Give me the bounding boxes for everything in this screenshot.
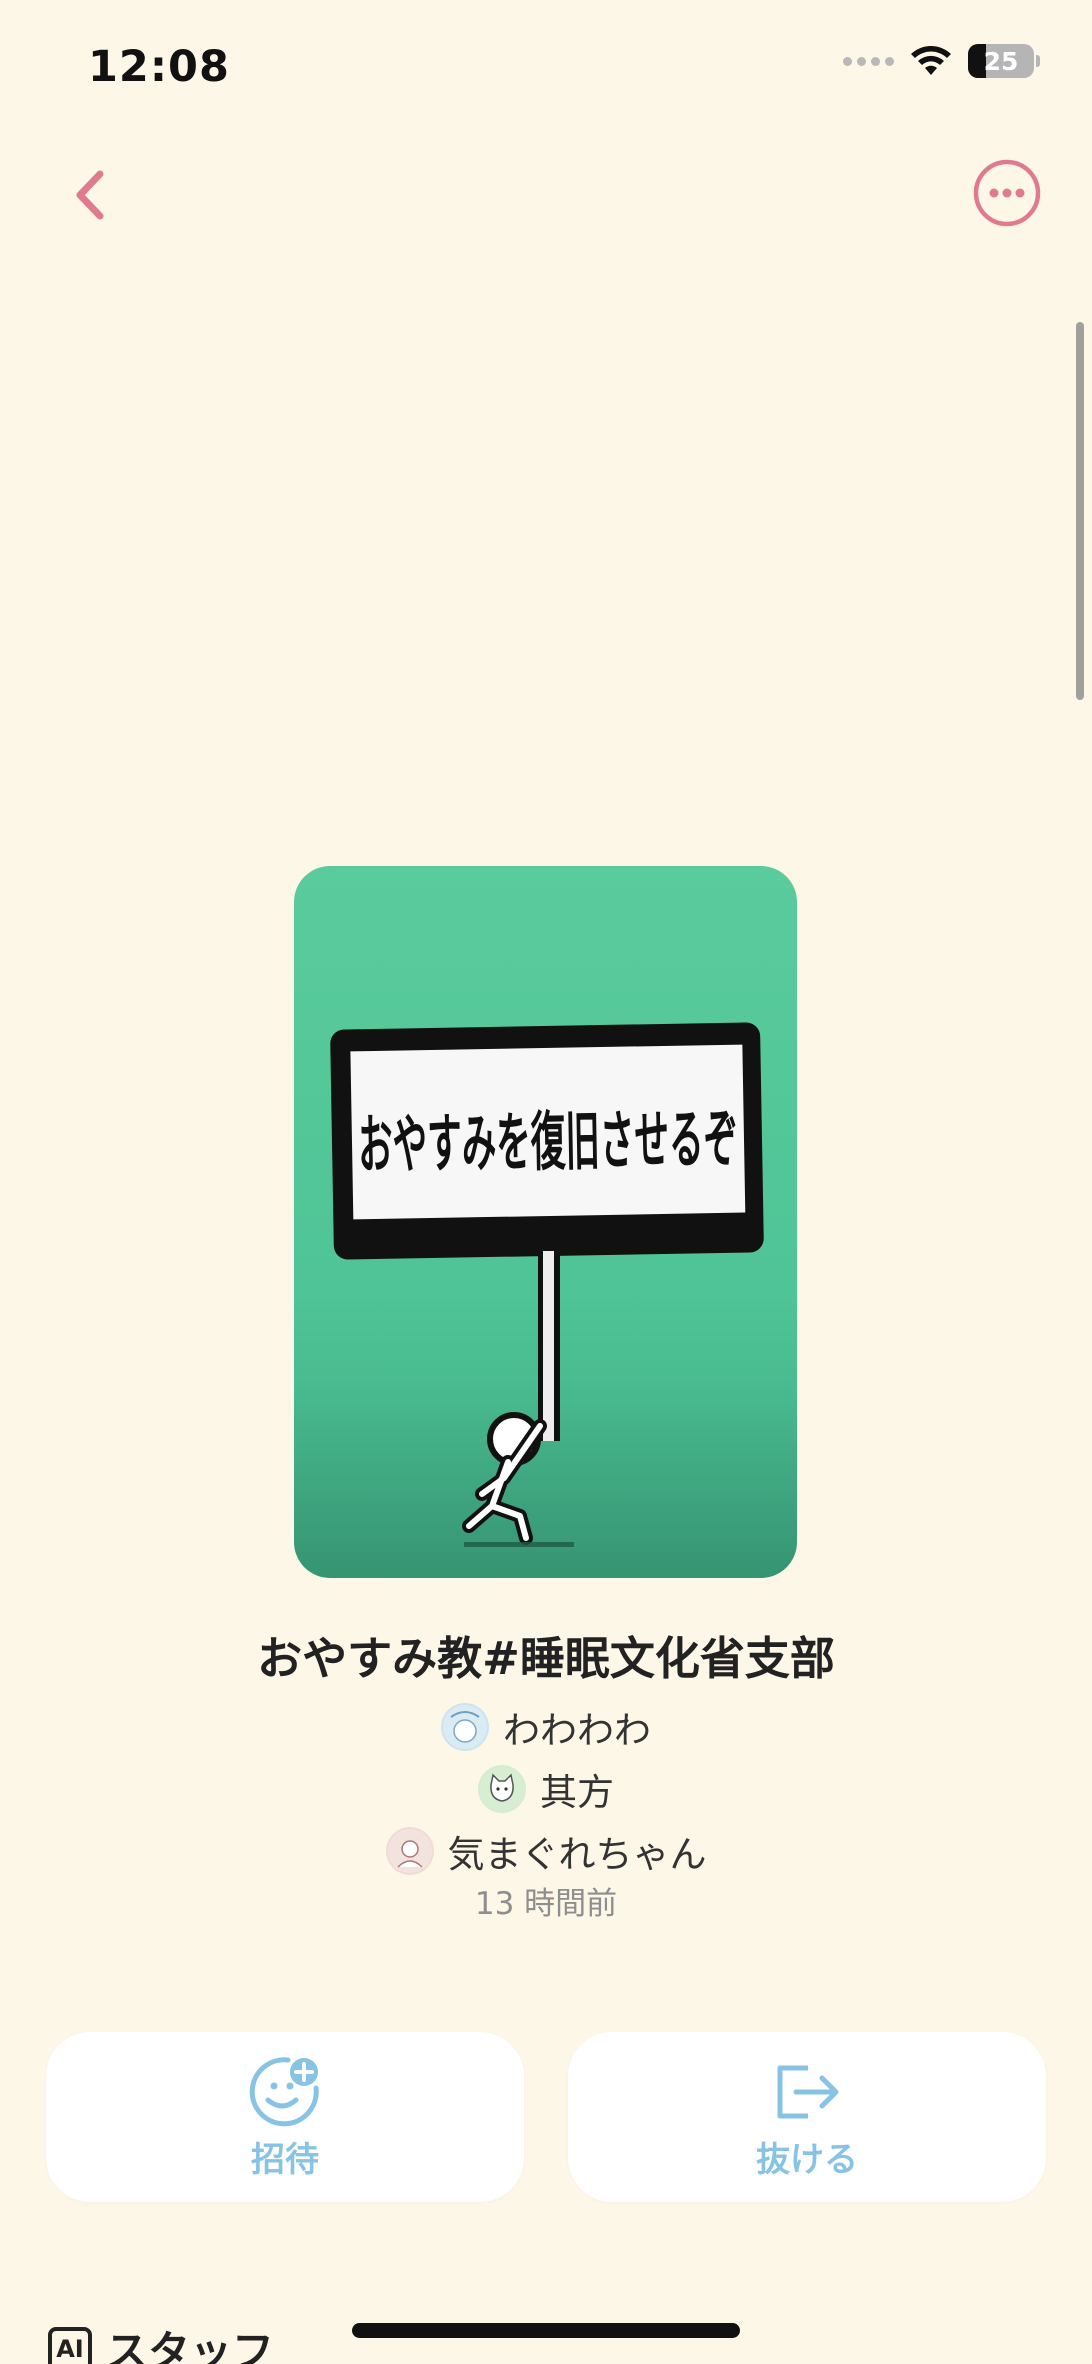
cellular-signal-icon (843, 56, 894, 66)
home-indicator[interactable] (352, 2323, 740, 2338)
avatar (385, 1827, 434, 1875)
leave-label: 抜ける (756, 2139, 858, 2180)
invite-button[interactable]: 招待 (46, 2032, 524, 2202)
leave-button[interactable]: 抜ける (568, 2032, 1046, 2202)
member-item[interactable]: わわわわ (0, 1696, 1092, 1758)
member-list: わわわわ 其方 気まぐれちゃん (0, 1696, 1092, 1882)
chevron-left-icon (76, 170, 104, 220)
avatar (478, 1765, 526, 1813)
member-item[interactable]: 気まぐれちゃん (0, 1820, 1092, 1882)
staff-title: スタッフ (106, 2327, 275, 2364)
member-name: 其方 (540, 1771, 614, 1814)
cover-sign-text: おやすみを復旧させるぞ (357, 1102, 738, 1184)
staff-section-header: AI スタッフ (48, 2318, 274, 2364)
invite-label: 招待 (251, 2139, 319, 2180)
add-person-smile-icon (249, 2056, 319, 2126)
ellipsis-circle-icon (973, 159, 1041, 227)
scroll-indicator[interactable] (1076, 322, 1084, 700)
battery-icon: 25 (968, 44, 1034, 78)
ai-badge: AI (48, 2326, 92, 2364)
battery-tip (1036, 55, 1040, 67)
member-avatar-icon (480, 1767, 524, 1811)
member-item[interactable]: 其方 (0, 1758, 1092, 1820)
last-activity-time: 13 時間前 (474, 1886, 618, 1922)
group-cover-image: おやすみを復旧させるぞ (294, 866, 797, 1578)
more-options-button[interactable] (972, 158, 1042, 228)
member-avatar-icon (443, 1705, 487, 1749)
wifi-icon (911, 46, 951, 75)
battery-level: 25 (983, 46, 1019, 76)
member-avatar-icon (387, 1829, 432, 1873)
member-name: わわわわ (503, 1709, 651, 1752)
status-bar-right: 25 (843, 44, 1040, 78)
cover-illustration: おやすみを復旧させるぞ (294, 1022, 797, 1578)
back-button[interactable] (62, 160, 118, 230)
group-title: おやすみ教#睡眠文化省支部 (257, 1632, 835, 1685)
exit-arrow-icon (777, 2065, 839, 2118)
status-time: 12:08 (88, 42, 230, 92)
group-detail-screen: 12:08 25 おやすみを復旧させるぞ おやすみ教#睡眠文化省支部 わわわわ … (0, 0, 1092, 2364)
avatar (441, 1703, 489, 1751)
member-name: 気まぐれちゃん (447, 1833, 707, 1876)
